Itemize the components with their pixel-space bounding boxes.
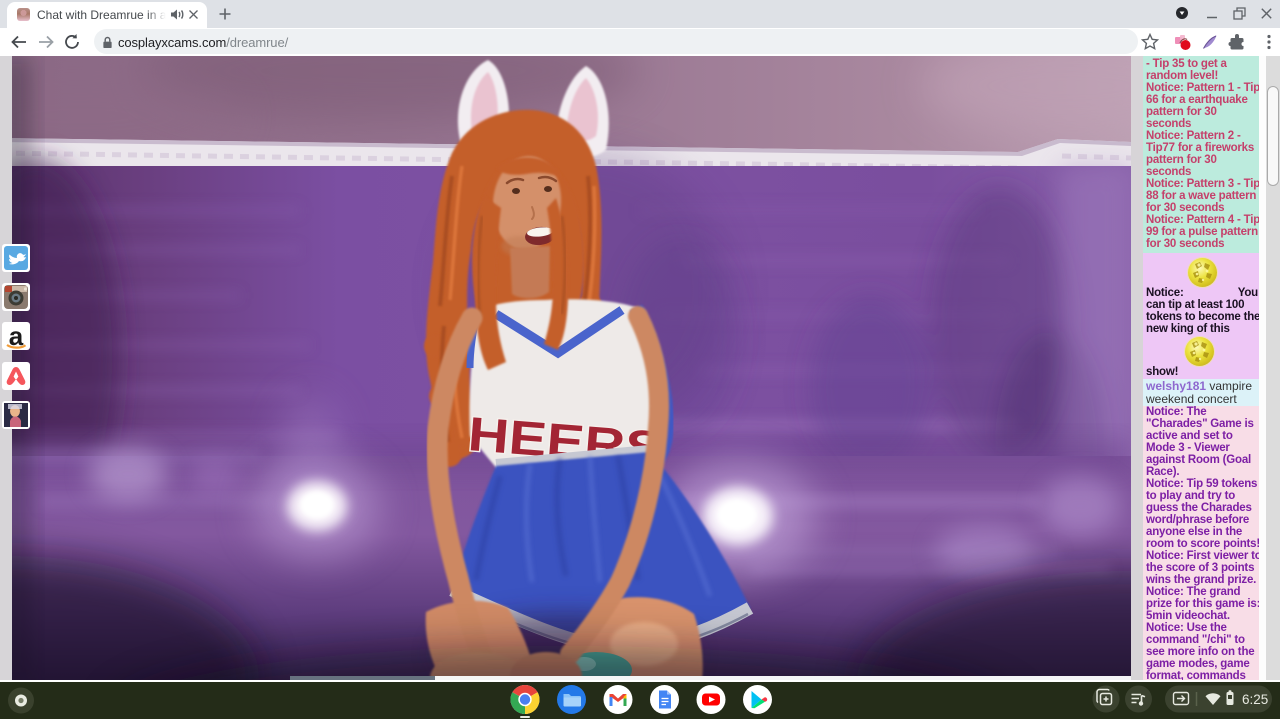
svg-text:6:25: 6:25 bbox=[1242, 692, 1268, 707]
